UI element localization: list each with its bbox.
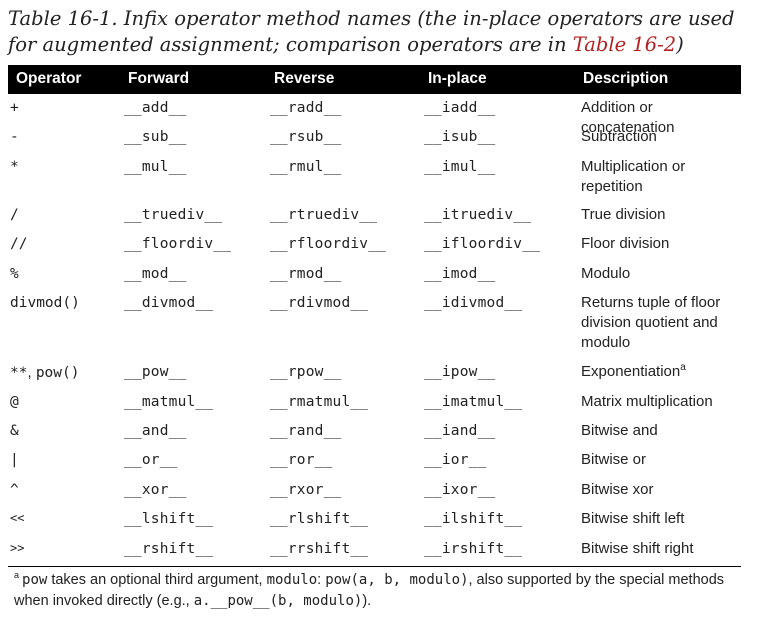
description-cell: Multiplication or repetition: [581, 158, 686, 195]
reverse-cell: __rmod__: [270, 266, 342, 282]
description-cell: Exponentiationa: [581, 362, 741, 382]
operator-cell-part: pow(): [35, 365, 80, 381]
header-operator: Operator: [16, 70, 82, 87]
reverse-cell: __rpow__: [270, 364, 342, 380]
operator-separator: ,: [27, 364, 36, 381]
footnote-text: ).: [362, 593, 372, 609]
forward-cell: __lshift__: [124, 511, 214, 527]
description-cell: Matrix multiplication: [581, 393, 713, 410]
table-caption: Table 16-1. Infix operator method names …: [8, 6, 748, 58]
header-forward: Forward: [128, 70, 190, 87]
reverse-cell: __rand__: [270, 423, 342, 439]
operator-cell: -: [10, 129, 19, 145]
inplace-cell: __idivmod__: [424, 295, 523, 311]
reverse-cell: __ror__: [270, 452, 333, 468]
forward-cell: __or__: [124, 452, 178, 468]
forward-cell: __add__: [124, 100, 187, 116]
reverse-cell: __rsub__: [270, 129, 342, 145]
reverse-cell: __rrshift__: [270, 541, 369, 557]
operator-cell: &: [10, 423, 19, 439]
footnote-ref[interactable]: a: [680, 362, 686, 373]
footnote-code: a.__pow__(b, modulo): [193, 593, 363, 609]
operator-cell: ^: [10, 482, 19, 498]
forward-cell: __xor__: [124, 482, 187, 498]
description-cell: Floor division: [581, 235, 670, 252]
footnote-text: :: [317, 572, 326, 588]
footnote-text: takes an optional third argument,: [47, 572, 267, 588]
operator-cell-part: **: [10, 365, 28, 381]
inplace-cell: __isub__: [424, 129, 496, 145]
operator-cell: //: [10, 236, 28, 252]
description-cell: Modulo: [581, 265, 631, 282]
inplace-cell: __imul__: [424, 159, 496, 175]
header-reverse: Reverse: [274, 70, 335, 87]
inplace-cell: __iand__: [424, 423, 496, 439]
forward-cell: __and__: [124, 423, 187, 439]
operator-cell: |: [10, 452, 19, 468]
forward-cell: __sub__: [124, 129, 187, 145]
table-16-2-link[interactable]: Table 16-2: [573, 33, 676, 56]
inplace-cell: __ixor__: [424, 482, 496, 498]
inplace-cell: __ior__: [424, 452, 487, 468]
reverse-cell: __radd__: [270, 100, 342, 116]
forward-cell: __divmod__: [124, 295, 214, 311]
forward-cell: __pow__: [124, 364, 187, 380]
operator-cell: >>: [10, 541, 25, 555]
operator-cell: *: [10, 159, 19, 175]
operator-cell: **, pow(): [10, 364, 79, 381]
description-cell: Bitwise and: [581, 422, 658, 439]
operator-cell: divmod(): [10, 295, 80, 311]
description-cell: Bitwise xor: [581, 481, 654, 498]
reverse-cell: __rmatmul__: [270, 394, 369, 410]
inplace-cell: __irshift__: [424, 541, 523, 557]
inplace-cell: __itruediv__: [424, 207, 532, 223]
footnote-code: pow: [22, 572, 48, 588]
inplace-cell: __iadd__: [424, 100, 496, 116]
header-description: Description: [583, 70, 669, 87]
footnote-code: pow(a, b, modulo): [325, 572, 469, 588]
inplace-cell: __imatmul__: [424, 394, 523, 410]
footnote-code: modulo: [266, 572, 318, 588]
caption-close: ): [676, 33, 684, 56]
reverse-cell: __rmul__: [270, 159, 342, 175]
table-header: Operator Forward Reverse In-place Descri…: [8, 65, 741, 94]
forward-cell: __floordiv__: [124, 236, 232, 252]
operator-cell: %: [10, 266, 19, 282]
forward-cell: __matmul__: [124, 394, 214, 410]
table-footnote: a pow takes an optional third argument, m…: [14, 570, 744, 612]
forward-cell: __truediv__: [124, 207, 223, 223]
description-cell: Returns tuple of floor division quotient…: [581, 294, 721, 351]
description-cell: Subtraction: [581, 128, 657, 145]
description-cell: Bitwise shift right: [581, 540, 694, 557]
inplace-cell: __ifloordiv__: [424, 236, 541, 252]
operator-cell: <<: [10, 511, 25, 525]
reverse-cell: __rxor__: [270, 482, 342, 498]
description-cell: Bitwise shift left: [581, 510, 685, 527]
footnote-divider: [8, 566, 741, 567]
reverse-cell: __rdivmod__: [270, 295, 369, 311]
operator-cell: +: [10, 100, 19, 116]
footnote-marker: a: [14, 570, 20, 581]
reverse-cell: __rtruediv__: [270, 207, 378, 223]
reverse-cell: __rfloordiv__: [270, 236, 387, 252]
forward-cell: __mul__: [124, 159, 187, 175]
inplace-cell: __ipow__: [424, 364, 496, 380]
description-cell: True division: [581, 206, 666, 223]
description-text: Exponentiation: [581, 363, 681, 380]
operator-cell: /: [10, 207, 19, 223]
header-inplace: In-place: [428, 70, 487, 87]
reverse-cell: __rlshift__: [270, 511, 369, 527]
inplace-cell: __ilshift__: [424, 511, 523, 527]
inplace-cell: __imod__: [424, 266, 496, 282]
forward-cell: __mod__: [124, 266, 187, 282]
forward-cell: __rshift__: [124, 541, 214, 557]
description-cell: Bitwise or: [581, 451, 647, 468]
operator-cell: @: [10, 394, 19, 410]
